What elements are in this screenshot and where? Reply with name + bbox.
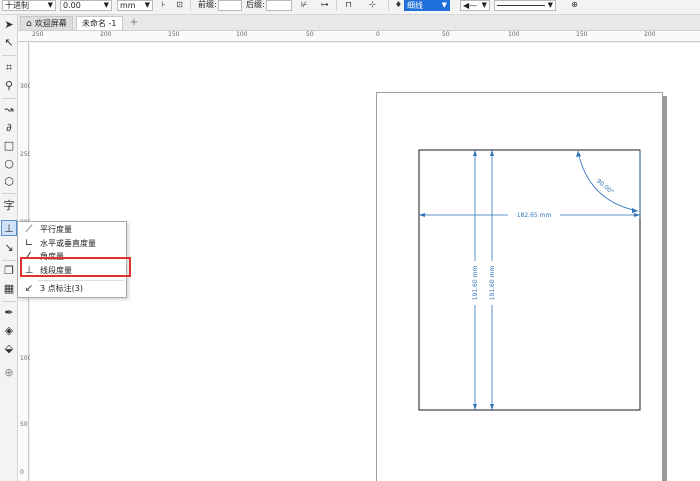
callout-icon: ↙ [24, 283, 34, 294]
app-window: 十进制 ▼ 0.00 ▼ mm ▼ ⊦ ⊡ 前缀: 后缀: ⊬ ⊶ ⊓ ⊹ ♦ 细线 ▼… [0, 0, 700, 481]
ruler-tick-label: 0 [20, 469, 24, 476]
v-dimension-1-text: 191.60 mm [472, 266, 479, 301]
chevron-down-icon: ▼ [441, 1, 447, 9]
prefix-input[interactable] [218, 0, 242, 11]
separator [2, 55, 16, 56]
text-tool-icon[interactable]: 字 [1, 198, 17, 214]
hv-dimension-icon: ∟ [24, 238, 34, 249]
menu-item-label: 3 点标注(3) [40, 284, 83, 293]
home-icon: ⌂ [26, 19, 32, 29]
shape-tool-icon[interactable]: ↖ [1, 35, 17, 51]
angle-dimension[interactable] [576, 150, 639, 213]
units-dropdown[interactable]: mm ▼ [117, 0, 153, 11]
connector-tool-icon[interactable]: ↘ [1, 240, 17, 256]
outline-width-value: 细线 [407, 1, 423, 10]
arrow-left-icon: ◀— [463, 1, 478, 10]
separator [2, 301, 16, 302]
horizontal-ruler[interactable]: 250 200 150 100 50 0 50 100 150 200 [18, 31, 700, 42]
tab-untitled-1[interactable]: 未命名 -1 [76, 16, 123, 30]
separator [2, 193, 16, 194]
outline-width-dropdown[interactable]: 细线 ▼ [404, 0, 450, 11]
eyedropper-icon[interactable]: ✒ [1, 305, 17, 321]
tab-label: 欢迎屏幕 [34, 19, 67, 28]
chevron-down-icon: ▼ [481, 1, 487, 9]
add-tool-icon[interactable]: ⊕ [1, 365, 17, 381]
v-dimension-2-text: 191.60 mm [489, 266, 496, 301]
interactive-fill-icon[interactable]: ◈ [1, 323, 17, 339]
toolbox: ➤ ↖ ⌗ ⚲ ↝ ∂ □ ○ ⬡ 字 ⊥ ↘ ❐ ▦ ✒ ◈ ⬙ ⊕ [0, 15, 18, 481]
separator [388, 0, 389, 11]
separator [336, 0, 337, 11]
chevron-down-icon: ▼ [144, 1, 150, 9]
ruler-tick-label: 50 [442, 31, 450, 38]
menu-item-label: 水平或垂直度量 [40, 239, 96, 248]
ruler-tick-label: 200 [644, 31, 656, 38]
ruler-tick-label: 250 [32, 31, 44, 38]
units-mode-dropdown[interactable]: 十进制 ▼ [2, 0, 56, 11]
angle-dimension-text: 90.00° [595, 178, 615, 196]
ruler-tick-label: 150 [168, 31, 180, 38]
units-value: mm [120, 1, 136, 10]
line-style-preview [497, 5, 545, 6]
extension-line-icon[interactable]: ⊓ [342, 0, 355, 11]
prefix-label: 前缀: [198, 0, 217, 9]
tab-label: 未命名 -1 [82, 19, 117, 28]
text-position-icon[interactable]: ⊶ [318, 0, 331, 11]
artistic-media-icon[interactable]: ∂ [1, 120, 17, 136]
zoom-tool-icon[interactable]: ⚲ [1, 78, 17, 94]
ruler-tick-label: 0 [376, 31, 380, 38]
chevron-down-icon: ▼ [547, 1, 553, 9]
menu-item-hv-dimension[interactable]: ∟ 水平或垂直度量 [18, 237, 126, 251]
smart-fill-icon[interactable]: ⬙ [1, 341, 17, 357]
highlight-box [20, 257, 131, 277]
menu-item-3-point-callout[interactable]: ↙ 3 点标注(3) [18, 282, 126, 296]
add-tab-icon[interactable]: + [128, 17, 140, 29]
suffix-label: 后缀: [246, 0, 265, 9]
units-toggle-icon[interactable]: ⊦ [157, 0, 170, 11]
separator [2, 260, 16, 261]
prefix-toggle-icon[interactable]: ⊡ [173, 0, 186, 11]
pick-tool-icon[interactable]: ➤ [1, 17, 17, 33]
ruler-tick-label: 50 [20, 421, 28, 428]
line-style-dropdown[interactable]: ▼ [494, 0, 556, 11]
menu-item-label: 平行度量 [40, 225, 72, 234]
arrow-style-dropdown[interactable]: ◀— ▼ [460, 0, 490, 11]
transparency-icon[interactable]: ▦ [1, 281, 17, 297]
tab-welcome-screen[interactable]: ⌂ 欢迎屏幕 [20, 16, 73, 30]
ruler-tick-label: 50 [306, 31, 314, 38]
freehand-tool-icon[interactable]: ↝ [1, 102, 17, 118]
crop-tool-icon[interactable]: ⌗ [1, 60, 17, 76]
add-icon[interactable]: ⊕ [568, 0, 581, 11]
ruler-tick-label: 100 [508, 31, 520, 38]
dynamic-dimension-icon[interactable]: ⊬ [298, 0, 311, 11]
polygon-tool-icon[interactable]: ⬡ [1, 174, 17, 190]
ellipse-tool-icon[interactable]: ○ [1, 156, 17, 172]
h-dimension-text: 182.65 mm [517, 212, 552, 219]
separator [38, 280, 124, 281]
rectangle-tool-icon[interactable]: □ [1, 138, 17, 154]
chevron-down-icon: ▼ [103, 1, 109, 9]
ruler-tick-label: 100 [236, 31, 248, 38]
dimension-tool-icon[interactable]: ⊥ [1, 220, 17, 236]
units-mode-value: 十进制 [5, 1, 29, 10]
ruler-tick-label: 200 [100, 31, 112, 38]
leader-icon[interactable]: ⊹ [366, 0, 379, 11]
drop-shadow-icon[interactable]: ❐ [1, 263, 17, 279]
separator [190, 0, 191, 11]
separator [2, 98, 16, 99]
parallel-dimension-icon: ⟋ [25, 224, 33, 235]
precision-value: 0.00 [63, 1, 81, 10]
chevron-down-icon: ▼ [47, 1, 53, 9]
document-tabs: ⌂ 欢迎屏幕 未命名 -1 + [18, 15, 700, 31]
suffix-input[interactable] [266, 0, 292, 11]
menu-item-parallel-dimension[interactable]: ⟋ 平行度量 [18, 223, 126, 237]
ruler-tick-label: 150 [576, 31, 588, 38]
precision-dropdown[interactable]: 0.00 ▼ [60, 0, 112, 11]
property-bar: 十进制 ▼ 0.00 ▼ mm ▼ ⊦ ⊡ 前缀: 后缀: ⊬ ⊶ ⊓ ⊹ ♦ 细线 ▼… [0, 0, 700, 15]
